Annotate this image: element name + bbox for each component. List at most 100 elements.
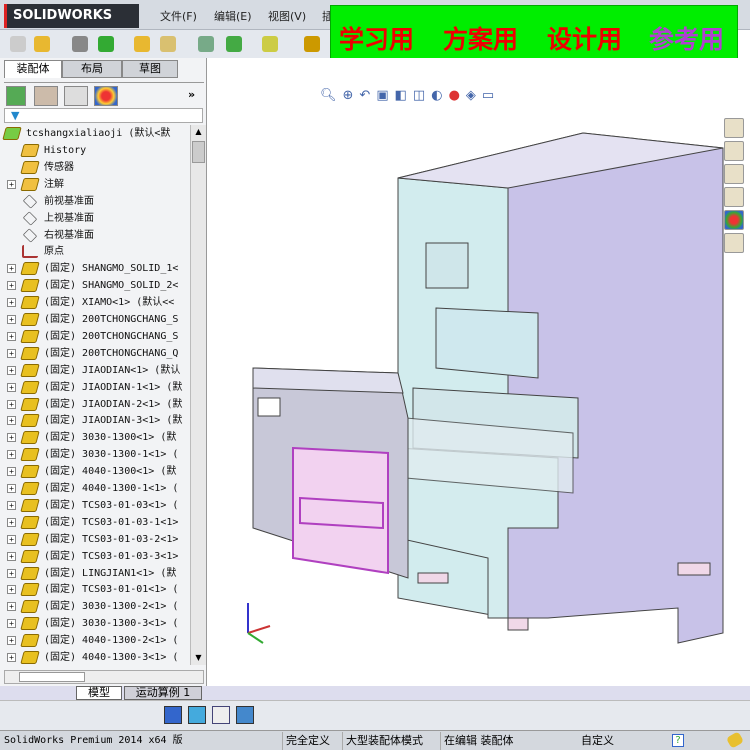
scroll-thumb[interactable] <box>192 141 205 163</box>
tab-sketch[interactable]: 草图 <box>122 60 178 78</box>
mate-icon[interactable] <box>72 36 88 52</box>
tree-item[interactable]: + (固定) 3030-1300<1> (默 <box>0 429 190 446</box>
file-explorer-icon[interactable] <box>724 164 744 184</box>
tab-assembly[interactable]: 装配体 <box>4 60 62 78</box>
tree-item[interactable]: + (固定) 3030-1300-2<1> ( <box>0 598 190 615</box>
tree-item[interactable]: + 注解 <box>0 176 190 193</box>
more-panels-button[interactable]: » <box>188 88 195 101</box>
expand-icon[interactable]: + <box>7 636 16 646</box>
tree-item[interactable]: + (固定) JIAODIAN-1<1> (默 <box>0 379 190 396</box>
tree-horizontal-scrollbar[interactable] <box>4 670 204 684</box>
help-icon[interactable]: ? <box>672 734 684 747</box>
tree-root[interactable]: tcshangxialiaoji (默认<默 <box>0 125 190 142</box>
expand-icon[interactable]: + <box>7 179 16 189</box>
tree-item[interactable]: 右视基准面 <box>0 227 190 244</box>
expand-icon[interactable]: + <box>7 450 16 460</box>
expand-icon[interactable]: + <box>7 382 16 392</box>
expand-icon[interactable]: + <box>7 433 16 443</box>
tree-item[interactable]: + (固定) 4040-1300-3<1> ( <box>0 649 190 666</box>
expand-icon[interactable]: + <box>7 315 16 324</box>
filter-icon[interactable]: ▼ <box>11 109 19 122</box>
expand-icon[interactable]: + <box>7 467 16 477</box>
tree-item[interactable]: History <box>0 142 190 159</box>
tree-item[interactable]: + (固定) XIAMO<1> (默认<< <box>0 294 190 311</box>
tree-item[interactable]: + (固定) TCS03-01-01<1> ( <box>0 581 190 598</box>
tag-icon[interactable] <box>725 731 745 749</box>
tree-item[interactable]: + (固定) JIAODIAN<1> (默认 <box>0 362 190 379</box>
expand-icon[interactable]: + <box>7 399 16 409</box>
menu-edit[interactable]: 编辑(E) <box>214 8 252 24</box>
tree-vertical-scrollbar[interactable]: ▲ ▼ <box>190 125 206 665</box>
expand-icon[interactable]: + <box>7 602 16 612</box>
tree-item[interactable]: 上视基准面 <box>0 210 190 227</box>
feature-manager-icon[interactable] <box>6 86 26 106</box>
tree-item[interactable]: + (固定) 200TCHONGCHANG_Q <box>0 345 190 362</box>
expand-icon[interactable]: + <box>7 281 16 291</box>
custom-properties-icon[interactable] <box>724 233 744 253</box>
tab-motion-study[interactable]: 运动算例 1 <box>124 686 202 700</box>
tree-item[interactable]: + (固定) TCS03-01-03-1<1> <box>0 514 190 531</box>
pattern-icon[interactable] <box>98 36 114 52</box>
tree-item[interactable]: 原点 <box>0 243 190 260</box>
table-icon[interactable] <box>212 706 230 724</box>
expand-icon[interactable]: + <box>7 484 16 493</box>
tree-item[interactable]: + (固定) TCS03-01-03<1> ( <box>0 497 190 514</box>
tree-item[interactable]: + (固定) 4040-1300<1> (默 <box>0 463 190 480</box>
expand-icon[interactable]: + <box>7 264 16 274</box>
expand-icon[interactable]: + <box>7 585 16 595</box>
expand-icon[interactable]: + <box>7 551 16 561</box>
tree-item[interactable]: + (固定) JIAODIAN-2<1> (默 <box>0 396 190 413</box>
tree-item[interactable]: + (固定) JIAODIAN-3<1> (默 <box>0 412 190 429</box>
tree-item[interactable]: + (固定) 200TCHONGCHANG_S <box>0 328 190 345</box>
tree-item[interactable]: + (固定) LINGJIAN1<1> (默 <box>0 565 190 582</box>
appearances-icon[interactable] <box>724 210 744 230</box>
tree-item[interactable]: + (固定) TCS03-01-03-2<1> <box>0 531 190 548</box>
units-selector[interactable]: 自定义 <box>578 732 614 750</box>
tree-item[interactable]: + (固定) 4040-1300-2<1> ( <box>0 632 190 649</box>
expand-icon[interactable]: + <box>7 416 16 426</box>
expand-icon[interactable]: + <box>7 517 16 527</box>
expand-icon[interactable]: + <box>7 331 16 341</box>
tree-item[interactable]: + (固定) SHANGMO_SOLID_2< <box>0 277 190 294</box>
expand-icon[interactable]: + <box>7 298 16 308</box>
3d-model-press-machine[interactable] <box>208 58 750 686</box>
tree-item[interactable]: + (固定) SHANGMO_SOLID_1< <box>0 260 190 277</box>
render-icon[interactable] <box>236 706 254 724</box>
show-hidden-icon[interactable] <box>198 36 214 52</box>
graphics-area[interactable]: 🔍︎⊕↶▣◧◫◐●◈▭ <box>208 58 750 686</box>
tree-item[interactable]: + (固定) 3030-1300-3<1> ( <box>0 615 190 632</box>
tab-model[interactable]: 模型 <box>76 686 122 700</box>
assembly-features-icon[interactable] <box>226 36 242 52</box>
expand-icon[interactable]: + <box>7 619 16 629</box>
expand-icon[interactable]: + <box>7 348 16 358</box>
tree-item[interactable]: 前视基准面 <box>0 193 190 210</box>
expand-icon[interactable]: + <box>7 568 16 578</box>
filter-box[interactable]: ▼ <box>4 108 203 123</box>
configuration-manager-icon[interactable] <box>64 86 88 106</box>
shaded-view-icon[interactable] <box>188 706 206 724</box>
display-manager-icon[interactable] <box>94 86 118 106</box>
tree-item[interactable]: 传感器 <box>0 159 190 176</box>
reference-geometry-icon[interactable] <box>262 36 278 52</box>
view-palette-icon[interactable] <box>724 187 744 207</box>
menu-file[interactable]: 文件(F) <box>160 8 197 24</box>
design-library-icon[interactable] <box>724 141 744 161</box>
move-component-icon[interactable] <box>160 36 176 52</box>
insert-component-icon[interactable] <box>34 36 50 52</box>
expand-icon[interactable]: + <box>7 534 16 544</box>
expand-icon[interactable]: + <box>7 653 16 662</box>
new-component-icon[interactable] <box>10 36 26 52</box>
tab-layout[interactable]: 布局 <box>62 60 122 78</box>
tree-item[interactable]: + (固定) 4040-1300-1<1> ( <box>0 480 190 497</box>
tree-item[interactable]: + (固定) TCS03-01-03-3<1> <box>0 548 190 565</box>
expand-icon[interactable]: + <box>7 365 16 375</box>
solidworks-resources-icon[interactable] <box>724 118 744 138</box>
triad-toggle-icon[interactable] <box>164 706 182 724</box>
tree-item[interactable]: + (固定) 3030-1300-1<1> ( <box>0 446 190 463</box>
smart-fasteners-icon[interactable] <box>134 36 150 52</box>
tree-item[interactable]: + (固定) 200TCHONGCHANG_S <box>0 311 190 328</box>
new-motion-study-icon[interactable] <box>304 36 320 52</box>
expand-icon[interactable]: + <box>7 500 16 510</box>
menu-view[interactable]: 视图(V) <box>268 8 306 24</box>
property-manager-icon[interactable] <box>34 86 58 106</box>
